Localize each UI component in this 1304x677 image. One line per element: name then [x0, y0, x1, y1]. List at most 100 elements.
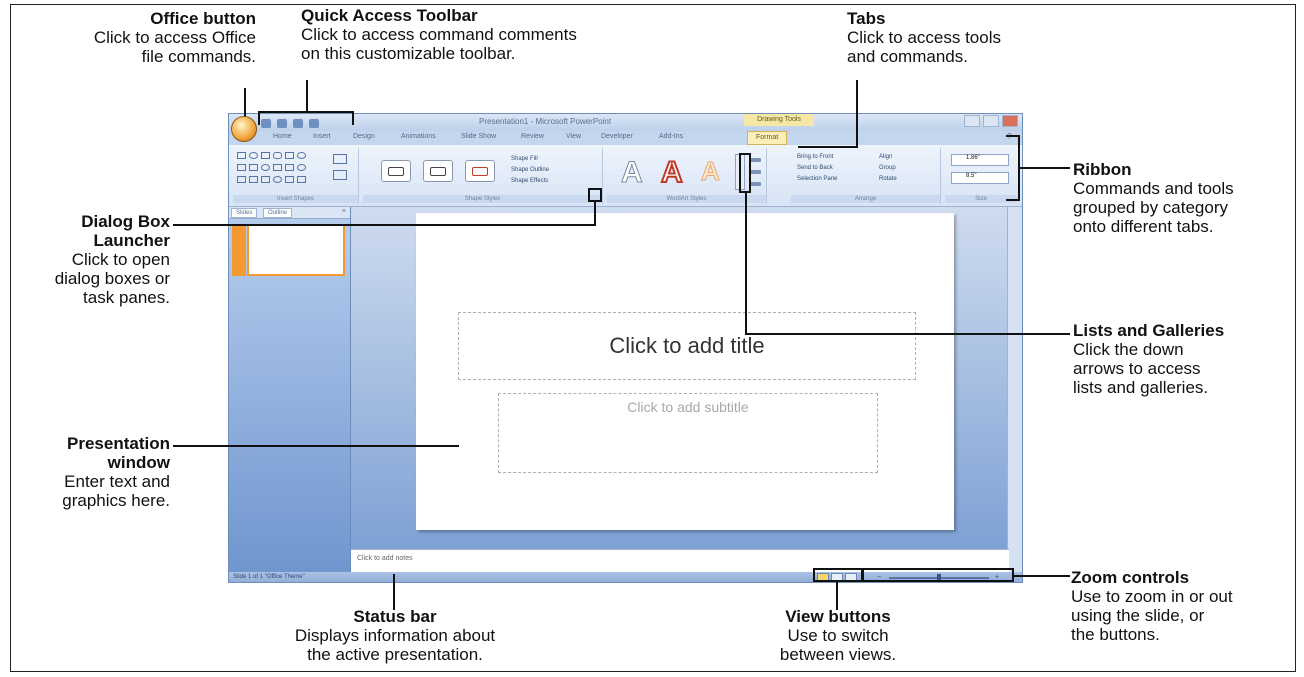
callout-desc: the buttons. — [1071, 625, 1160, 644]
callout-title: Ribbon — [1073, 160, 1132, 179]
ribbon-tabs: Home Insert Design Animations Slide Show… — [229, 131, 1022, 145]
group-button[interactable]: Group — [879, 163, 897, 174]
tab-review[interactable]: Review — [521, 133, 544, 140]
oval-shape-icon[interactable] — [249, 152, 258, 159]
tab-insert[interactable]: Insert — [313, 133, 331, 140]
tab-developer[interactable]: Developer — [601, 133, 633, 140]
group-label: Arrange — [791, 195, 940, 203]
callout-desc: between views. — [779, 645, 897, 664]
callout-title: window — [107, 453, 170, 472]
rotate-button[interactable]: Rotate — [879, 174, 897, 185]
align-button[interactable]: Align — [879, 152, 897, 163]
slide-thumbnail[interactable] — [247, 224, 345, 276]
shape-style-3[interactable] — [465, 160, 495, 182]
zoom-leader — [1014, 575, 1070, 577]
title-placeholder[interactable]: Click to add title — [458, 312, 916, 380]
wordart-style-orange[interactable]: A — [701, 156, 721, 187]
callout-title: Status bar — [353, 607, 437, 626]
callout-quick-access-toolbar: Quick Access Toolbar Click to access com… — [301, 6, 721, 63]
triangle-shape-icon[interactable] — [237, 164, 246, 171]
minimize-button[interactable] — [964, 115, 980, 127]
circle-shape-icon[interactable] — [297, 152, 306, 159]
wordart-style-plain[interactable]: A — [621, 156, 644, 190]
bring-to-front-button[interactable]: Bring to Front — [797, 152, 837, 163]
subtitle-placeholder[interactable]: Click to add subtitle — [498, 393, 878, 473]
text-box-icon[interactable] — [333, 170, 347, 180]
callout-desc: Displays information about — [294, 626, 496, 645]
window-controls — [964, 115, 1018, 127]
tab-view[interactable]: View — [566, 133, 581, 140]
shape-style-1[interactable] — [381, 160, 411, 182]
star-shape-icon[interactable] — [261, 164, 270, 171]
shape-effects-button[interactable]: Shape Effects — [511, 176, 549, 187]
tab-slide-show[interactable]: Slide Show — [461, 133, 496, 140]
callout-shape-icon[interactable] — [273, 164, 282, 171]
bracket-shape-icon[interactable] — [285, 164, 294, 171]
callout-desc: on this customizable toolbar. — [301, 44, 516, 63]
ribbon: Insert Shapes Shape Fill Shape Outline S… — [229, 145, 1022, 207]
status-bar-leader — [393, 574, 395, 610]
selection-pane-button[interactable]: Selection Pane — [797, 174, 837, 185]
zoom-bracket — [862, 568, 1014, 582]
callout-title: Quick Access Toolbar — [301, 6, 478, 25]
presentation-window: Click to add title Click to add subtitle — [351, 207, 1009, 549]
tab-outline[interactable]: Outline — [263, 208, 293, 218]
launcher-leader-vertical — [594, 200, 596, 226]
ribbon-bracket — [1006, 135, 1020, 201]
presentation-window-leader — [173, 445, 459, 447]
tab-animations[interactable]: Animations — [401, 133, 436, 140]
maximize-button[interactable] — [983, 115, 999, 127]
tab-format[interactable]: Format — [747, 131, 788, 145]
arrow-shape-icon[interactable] — [249, 164, 258, 171]
freeform-shape-icon[interactable] — [249, 176, 258, 183]
callout-desc: task panes. — [83, 288, 170, 307]
callout-title: Tabs — [847, 9, 886, 28]
tab-home[interactable]: Home — [273, 133, 292, 140]
shape-fill-button[interactable]: Shape Fill — [511, 154, 549, 165]
callout-desc: using the slide, or — [1071, 606, 1205, 625]
edit-shape-icon[interactable] — [333, 154, 347, 164]
vertical-scrollbar[interactable] — [1007, 207, 1022, 572]
slide-canvas[interactable]: Click to add title Click to add subtitle — [416, 213, 954, 530]
callout-desc: Click to access command comments — [301, 25, 577, 44]
line-shape-icon[interactable] — [261, 152, 270, 159]
close-pane-icon[interactable]: × — [342, 208, 346, 215]
close-button[interactable] — [1002, 115, 1018, 127]
group-shape-styles: Shape Fill Shape Outline Shape Effects S… — [363, 148, 603, 204]
callout-title: Zoom controls — [1071, 568, 1190, 587]
callout-desc: graphics here. — [62, 491, 170, 510]
callout-desc: and commands. — [847, 47, 968, 66]
shape-width-input[interactable]: 8.5" — [951, 172, 1009, 184]
shape-height-input[interactable]: 1.86" — [951, 154, 1009, 166]
textbox-shape-icon[interactable] — [285, 152, 294, 159]
rounded-rect-shape-icon[interactable] — [273, 152, 282, 159]
hexagon-shape-icon[interactable] — [297, 176, 306, 183]
callout-dialog-box-launcher: Dialog Box Launcher Click to open dialog… — [14, 212, 170, 307]
shape-outline-button[interactable]: Shape Outline — [511, 165, 549, 176]
callout-title: Lists and Galleries — [1073, 321, 1225, 340]
gallery-bracket — [739, 153, 751, 193]
pentagon-shape-icon[interactable] — [285, 176, 294, 183]
connector-shape-icon[interactable] — [261, 176, 270, 183]
callout-office-button: Office button Click to access Office fil… — [20, 9, 256, 66]
curve-shape-icon[interactable] — [237, 176, 246, 183]
smiley-shape-icon[interactable] — [297, 164, 306, 171]
callout-desc: arrows to access — [1073, 359, 1201, 378]
heart-shape-icon[interactable] — [273, 176, 282, 183]
pane-tabs: Slides Outline × — [229, 207, 350, 219]
tab-slides[interactable]: Slides — [231, 208, 258, 218]
gallery-leader-vertical — [745, 192, 747, 335]
callout-title: Dialog Box — [81, 212, 170, 231]
callout-title: View buttons — [785, 607, 891, 626]
callout-desc: lists and galleries. — [1073, 378, 1209, 397]
group-arrange: Bring to Front Send to Back Selection Pa… — [791, 148, 941, 204]
office-button[interactable] — [231, 116, 257, 142]
rectangle-shape-icon[interactable] — [237, 152, 246, 159]
tab-design[interactable]: Design — [353, 133, 375, 140]
wordart-style-red[interactable]: A — [660, 155, 684, 190]
shape-style-2[interactable] — [423, 160, 453, 182]
tab-add-ins[interactable]: Add-Ins — [659, 133, 683, 140]
send-to-back-button[interactable]: Send to Back — [797, 163, 837, 174]
callout-desc: Use to switch — [787, 626, 889, 645]
callout-desc: Use to zoom in or out — [1071, 587, 1233, 606]
